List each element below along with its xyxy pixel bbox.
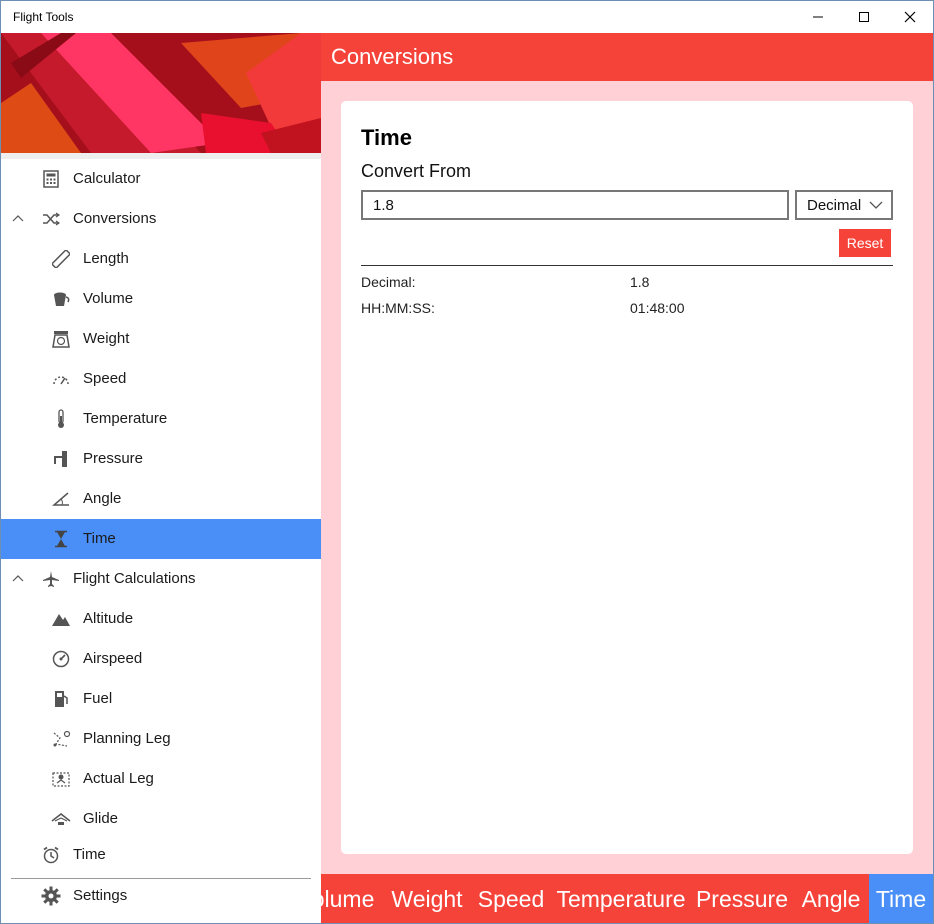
- page-title: Conversions: [331, 44, 454, 69]
- alarm-clock-icon: [41, 845, 61, 865]
- navigation-pane: Calculator Conversions Length Volume Wei…: [1, 33, 321, 923]
- nav-item-airspeed[interactable]: Airspeed: [1, 639, 321, 679]
- nav-item-settings[interactable]: Settings: [1, 876, 321, 916]
- reset-button[interactable]: Reset: [839, 229, 891, 257]
- nav-item-label: Volume: [83, 290, 134, 307]
- card-title: Time: [361, 125, 412, 150]
- pressure-icon: [51, 449, 71, 469]
- gauge-icon: [51, 649, 71, 669]
- title-bar: Flight Tools: [1, 1, 933, 33]
- header-banner-image: [1, 33, 321, 153]
- ruler-icon: [51, 249, 71, 269]
- nav-item-label: Altitude: [83, 610, 134, 627]
- content-area: Conversions Time Convert From Decimal Re…: [321, 33, 933, 923]
- minimize-icon: [813, 16, 823, 18]
- nav-item-label: Conversions: [73, 210, 157, 227]
- result-value-decimal: 1.8: [630, 274, 650, 290]
- nav-item-label: Planning Leg: [83, 730, 171, 747]
- tab-pressure[interactable]: Pressure: [691, 874, 793, 923]
- nav-item-time-conversion[interactable]: Time: [1, 519, 321, 559]
- nav-item-actual-leg[interactable]: Actual Leg: [1, 759, 321, 799]
- tab-speed[interactable]: Speed: [471, 874, 551, 923]
- tab-weight[interactable]: Weight: [383, 874, 471, 923]
- gear-icon: [41, 886, 61, 906]
- nav-item-label: Calculator: [73, 170, 141, 187]
- tab-angle[interactable]: Angle: [793, 874, 869, 923]
- nav-item-weight[interactable]: Weight: [1, 319, 321, 359]
- conversion-card: Time Convert From Decimal Reset Decimal:…: [341, 101, 913, 854]
- nav-item-label: Pressure: [83, 450, 144, 467]
- convert-from-input[interactable]: [361, 190, 789, 220]
- window-title: Flight Tools: [13, 10, 74, 24]
- nav-item-flight-calculations[interactable]: Flight Calculations: [1, 559, 321, 599]
- nav-item-angle[interactable]: Angle: [1, 479, 321, 519]
- nav-item-label: Angle: [83, 490, 122, 507]
- tab-time[interactable]: Time: [869, 874, 933, 923]
- nav-item-altitude[interactable]: Altitude: [1, 599, 321, 639]
- bucket-icon: [51, 289, 71, 309]
- nav-item-label: Length: [83, 250, 129, 267]
- results-divider: [361, 265, 893, 266]
- minimize-button[interactable]: [795, 1, 841, 33]
- nav-item-label: Time: [83, 530, 116, 547]
- nav-item-volume[interactable]: Volume: [1, 279, 321, 319]
- shuffle-icon: [41, 209, 61, 229]
- maximize-button[interactable]: [841, 1, 887, 33]
- scale-icon: [51, 329, 71, 349]
- maximize-icon: [859, 12, 869, 22]
- chevron-up-icon[interactable]: [11, 212, 25, 226]
- tab-volume[interactable]: Volume: [321, 874, 383, 923]
- angle-icon: [51, 489, 71, 509]
- tab-temperature[interactable]: Temperature: [551, 874, 691, 923]
- airplane-icon: [41, 569, 61, 589]
- fuel-pump-icon: [51, 689, 71, 709]
- nav-item-label: Speed: [83, 370, 127, 387]
- nav-item-label: Temperature: [83, 410, 168, 427]
- route-icon: [51, 729, 71, 749]
- close-icon: [904, 11, 916, 23]
- hourglass-icon: [51, 529, 71, 549]
- calculator-icon: [41, 169, 61, 189]
- result-label-hhmmss: HH:MM:SS:: [361, 300, 435, 316]
- nav-item-label: Actual Leg: [83, 770, 154, 787]
- thermometer-icon: [51, 409, 71, 429]
- nav-item-time[interactable]: Time: [1, 835, 321, 875]
- app-window: Flight Tools Calculator Conversions Leng…: [0, 0, 934, 924]
- chevron-down-icon: [869, 201, 883, 209]
- page-header: Conversions: [321, 33, 933, 81]
- nav-item-calculator[interactable]: Calculator: [1, 159, 321, 199]
- chevron-up-icon[interactable]: [11, 572, 25, 586]
- nav-item-label: Glide: [83, 810, 119, 827]
- nav-item-planning-leg[interactable]: Planning Leg: [1, 719, 321, 759]
- speedometer-icon: [51, 369, 71, 389]
- nav-item-label: Weight: [83, 330, 130, 347]
- nav-item-label: Time: [73, 846, 106, 863]
- result-value-hhmmss: 01:48:00: [630, 300, 685, 316]
- nav-item-pressure[interactable]: Pressure: [1, 439, 321, 479]
- nav-item-label: Airspeed: [83, 650, 143, 667]
- nav-item-fuel[interactable]: Fuel: [1, 679, 321, 719]
- mountain-icon: [51, 609, 71, 629]
- result-label-decimal: Decimal:: [361, 274, 416, 290]
- nav-item-speed[interactable]: Speed: [1, 359, 321, 399]
- nav-item-label: Flight Calculations: [73, 570, 196, 587]
- convert-from-label: Convert From: [361, 161, 472, 181]
- close-button[interactable]: [887, 1, 933, 33]
- nav-item-glide[interactable]: Glide: [1, 799, 321, 839]
- unit-select-value: Decimal: [807, 197, 862, 214]
- unit-select[interactable]: Decimal: [795, 190, 893, 220]
- glider-icon: [51, 809, 71, 829]
- nav-item-label: Fuel: [83, 690, 113, 707]
- nav-item-label: Settings: [73, 887, 128, 904]
- nav-item-temperature[interactable]: Temperature: [1, 399, 321, 439]
- nav-item-conversions[interactable]: Conversions: [1, 199, 321, 239]
- conversion-tab-bar: Volume Weight Speed Temperature Pressure…: [321, 874, 933, 923]
- nav-item-length[interactable]: Length: [1, 239, 321, 279]
- location-route-icon: [51, 769, 71, 789]
